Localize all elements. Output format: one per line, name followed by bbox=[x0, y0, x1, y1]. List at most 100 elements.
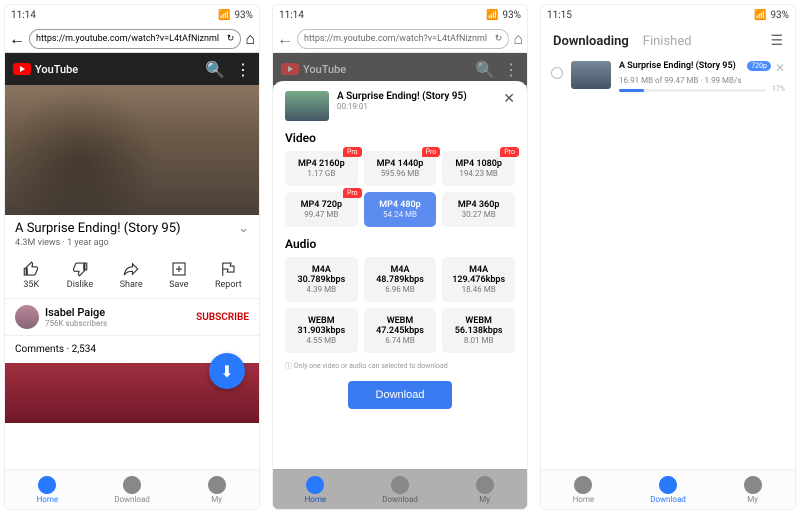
audio-option[interactable]: M4A 48.789kbps6.96 MB bbox=[364, 257, 437, 302]
wifi-icon: 📶 bbox=[218, 10, 230, 21]
home-nav-icon bbox=[38, 476, 56, 494]
back-icon[interactable]: ← bbox=[9, 29, 25, 49]
size-label: 6.96 MB bbox=[368, 285, 433, 294]
nav-my[interactable]: My bbox=[710, 470, 795, 509]
video-thumbnail[interactable] bbox=[5, 85, 259, 215]
close-icon[interactable]: ✕ bbox=[503, 91, 515, 107]
audio-section-label: Audio bbox=[285, 237, 515, 251]
video-age: 1 year ago bbox=[67, 238, 109, 248]
video-option[interactable]: ProMP4 1080p194.23 MB bbox=[442, 151, 515, 186]
action-row: 35K Dislike Share Save Report bbox=[5, 252, 259, 299]
youtube-play-icon bbox=[13, 63, 31, 75]
audio-option[interactable]: WEBM 47.245kbps6.74 MB bbox=[364, 308, 437, 353]
download-sheet: A Surprise Ending! (Story 95) 00:19:01 ✕… bbox=[273, 81, 527, 469]
status-time: 11:14 bbox=[279, 10, 304, 21]
item-progress-text: 16.91 MB of 99.47 MB · 1.99 MB/s bbox=[619, 76, 785, 85]
download-button[interactable]: Download bbox=[348, 381, 453, 409]
save-button[interactable]: Save bbox=[169, 260, 188, 290]
video-option[interactable]: ProMP4 720p99.47 MB bbox=[285, 192, 358, 227]
format-label: WEBM 56.138kbps bbox=[446, 316, 511, 336]
status-bar: 11:14 📶 93% bbox=[5, 5, 259, 25]
nav-home[interactable]: Home bbox=[5, 470, 90, 509]
battery-text: 93% bbox=[770, 10, 789, 21]
audio-option[interactable]: M4A 129.476kbps18.46 MB bbox=[442, 257, 515, 302]
url-field[interactable]: https://m.youtube.com/watch?v=L4tAfNiznm… bbox=[29, 29, 241, 49]
video-option[interactable]: ProMP4 1440p595.96 MB bbox=[364, 151, 437, 186]
address-bar: ← https://m.youtube.com/watch?v=L4tAfNiz… bbox=[5, 25, 259, 53]
menu-icon[interactable]: ⋮ bbox=[235, 60, 251, 79]
wifi-icon: 📶 bbox=[486, 10, 498, 21]
youtube-header: YouTube 🔍 ⋮ bbox=[5, 53, 259, 85]
screen-downloads-list: 11:15 📶 93% Downloading Finished ☰ A Sur… bbox=[540, 4, 796, 510]
nav-home[interactable]: Home bbox=[541, 470, 626, 509]
wifi-icon: 📶 bbox=[754, 10, 766, 21]
select-radio[interactable] bbox=[551, 67, 563, 79]
channel-row[interactable]: Isabel Paige 756K subscribers SUBSCRIBE bbox=[5, 299, 259, 336]
status-bar: 11:15 📶 93% bbox=[541, 5, 795, 25]
nav-download[interactable]: Download bbox=[626, 470, 711, 509]
video-option[interactable]: MP4 360p30.27 MB bbox=[442, 192, 515, 227]
tab-downloading[interactable]: Downloading bbox=[553, 34, 629, 49]
progress-bar bbox=[619, 89, 766, 92]
note-text: ⓘ Only one video or audio can selected t… bbox=[285, 361, 515, 371]
size-label: 8.01 MB bbox=[446, 336, 511, 345]
audio-option[interactable]: WEBM 31.903kbps4.55 MB bbox=[285, 308, 358, 353]
bottom-nav: Home Download My bbox=[5, 469, 259, 509]
download-nav-icon bbox=[123, 476, 141, 494]
like-button[interactable]: 35K bbox=[22, 260, 40, 290]
screen-youtube: 11:14 📶 93% ← https://m.youtube.com/watc… bbox=[4, 4, 260, 510]
subscribe-button[interactable]: SUBSCRIBE bbox=[196, 312, 249, 323]
reload-icon[interactable]: ↻ bbox=[227, 34, 235, 44]
report-button[interactable]: Report bbox=[215, 260, 242, 290]
status-bar: 11:14 📶 93% bbox=[273, 5, 527, 25]
my-nav-icon bbox=[208, 476, 226, 494]
channel-name: Isabel Paige bbox=[45, 306, 190, 319]
download-item[interactable]: A Surprise Ending! (Story 95) 720p ✕ 16.… bbox=[541, 55, 795, 99]
search-icon[interactable]: 🔍 bbox=[205, 60, 225, 79]
size-label: 595.96 MB bbox=[368, 169, 433, 178]
size-label: 99.47 MB bbox=[289, 210, 354, 219]
pro-badge: Pro bbox=[422, 147, 441, 157]
format-label: M4A 30.789kbps bbox=[289, 265, 354, 285]
size-label: 30.27 MB bbox=[446, 210, 511, 219]
youtube-logo[interactable]: YouTube bbox=[13, 63, 78, 76]
progress-percent: 17% bbox=[772, 85, 785, 93]
audio-option[interactable]: WEBM 56.138kbps8.01 MB bbox=[442, 308, 515, 353]
settings-icon[interactable]: ☰ bbox=[770, 33, 783, 49]
video-views: 4.3M views bbox=[15, 238, 60, 248]
sheet-thumbnail bbox=[285, 91, 329, 121]
sheet-title: A Surprise Ending! (Story 95) bbox=[337, 91, 495, 102]
home-icon[interactable]: ⌂ bbox=[245, 29, 255, 49]
format-label: WEBM 47.245kbps bbox=[368, 316, 433, 336]
tab-finished[interactable]: Finished bbox=[643, 34, 692, 49]
comments-count: 2,534 bbox=[72, 344, 96, 355]
pro-badge: Pro bbox=[500, 147, 519, 157]
url-field[interactable]: https://m.youtube.com/watch?v=L4tAfNiznm… bbox=[297, 29, 509, 49]
reload-icon[interactable]: ↻ bbox=[495, 34, 503, 44]
dislike-button[interactable]: Dislike bbox=[67, 260, 93, 290]
format-label: M4A 48.789kbps bbox=[368, 265, 433, 285]
video-option[interactable]: ProMP4 2160p1.17 GB bbox=[285, 151, 358, 186]
audio-option[interactable]: M4A 30.789kbps4.39 MB bbox=[285, 257, 358, 302]
pro-badge: Pro bbox=[343, 188, 362, 198]
size-label: 18.46 MB bbox=[446, 285, 511, 294]
nav-download[interactable]: Download bbox=[90, 470, 175, 509]
cancel-icon[interactable]: ✕ bbox=[775, 61, 785, 75]
pro-badge: Pro bbox=[343, 147, 362, 157]
bottom-nav: Home Download My bbox=[541, 469, 795, 509]
size-label: 1.17 GB bbox=[289, 169, 354, 178]
quality-badge: 720p bbox=[747, 61, 771, 71]
home-icon[interactable]: ⌂ bbox=[513, 29, 523, 49]
download-fab[interactable] bbox=[209, 353, 245, 389]
item-thumbnail bbox=[571, 61, 611, 89]
video-option[interactable]: MP4 480p54.24 MB bbox=[364, 192, 437, 227]
channel-subs: 756K subscribers bbox=[45, 319, 190, 328]
sheet-duration: 00:19:01 bbox=[337, 102, 495, 111]
back-icon[interactable]: ← bbox=[277, 29, 293, 49]
share-button[interactable]: Share bbox=[120, 260, 143, 290]
nav-my[interactable]: My bbox=[174, 470, 259, 509]
battery-text: 93% bbox=[502, 10, 521, 21]
status-time: 11:14 bbox=[11, 10, 36, 21]
chevron-down-icon[interactable]: ⌄ bbox=[238, 221, 249, 236]
size-label: 4.39 MB bbox=[289, 285, 354, 294]
